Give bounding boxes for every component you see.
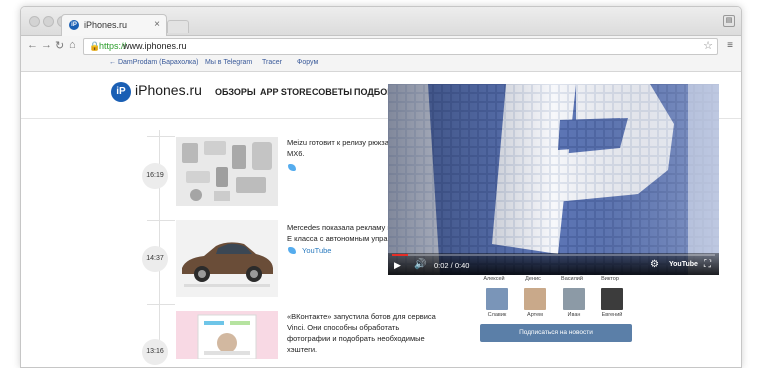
browser-toolbar: ← → ↻ ⌂ 🔒 https:// www.iphones.ru ☆ ≡ [21, 36, 741, 56]
article-time: 14:37 [142, 246, 168, 272]
article-title-line: Mercedes показала рекламу но [287, 223, 396, 232]
video-player[interactable]: ▶ 🔊 0:02 / 0:40 ⚙ YouTube ⛶ [388, 84, 719, 275]
new-tab-button[interactable] [167, 20, 189, 33]
url-host: www.iphones.ru [123, 41, 187, 51]
friend-avatar[interactable] [524, 288, 546, 310]
window-menu-icon[interactable]: ▤ [723, 15, 735, 27]
site-favicon-icon: iP [69, 20, 79, 30]
youtube-logo[interactable]: YouTube [669, 261, 698, 268]
settings-gear-icon[interactable]: ⚙ [650, 259, 659, 270]
article-thumbnail[interactable] [176, 311, 278, 359]
article-time: 16:19 [142, 163, 168, 189]
friend-name: Иван [567, 312, 581, 318]
article-title-line: E класса с автономным управл [287, 234, 396, 243]
article-title-line: MX6. [287, 149, 305, 158]
car-image [176, 220, 278, 297]
gadgets-image [176, 137, 278, 206]
play-icon[interactable]: ▶ [394, 260, 401, 271]
article-title-line: «ВКонтакте» запустила ботов для сервиса [287, 312, 436, 321]
bookmark-star-icon[interactable]: ☆ [703, 39, 713, 54]
twitter-icon[interactable] [288, 247, 296, 254]
vk-bot-image [176, 311, 278, 359]
tab-close-icon[interactable]: × [154, 19, 160, 30]
article-title-line: Meizu готовит к релизу рюкзак [287, 138, 393, 147]
article-title-line: хэштеги. [287, 345, 318, 354]
nav-tips[interactable]: СОВЕТЫ [312, 87, 352, 97]
video-time: 0:02 / 0:40 [434, 261, 470, 270]
friend-avatar[interactable] [563, 288, 585, 310]
friend-name: Виктор [601, 276, 619, 282]
url-protocol: https:// [99, 41, 127, 51]
article-source-link[interactable]: YouTube [302, 246, 331, 255]
tab-title: iPhones.ru [84, 20, 128, 30]
timeline-divider [147, 136, 175, 137]
bookmark-forum[interactable]: Форум [297, 59, 318, 66]
tab-iphones[interactable]: iP iPhones.ru × [61, 14, 167, 36]
article-time: 13:16 [142, 339, 168, 365]
tab-strip: iP iPhones.ru × ▤ [21, 7, 741, 36]
browser-menu-icon[interactable]: ≡ [727, 40, 733, 51]
volume-icon[interactable]: 🔊 [414, 259, 426, 270]
video-progress-fill [392, 254, 409, 256]
article-title-line: фотографии и подобрать необходимые [287, 334, 425, 343]
friend-avatar[interactable] [486, 288, 508, 310]
bookmark-damprodam[interactable]: ← DamProdam (Барахолка) [109, 59, 198, 66]
article-title[interactable]: Mercedes показала рекламу но E класса с … [287, 222, 396, 244]
address-bar[interactable]: 🔒 https:// www.iphones.ru ☆ [83, 38, 718, 55]
timeline-divider [147, 220, 175, 221]
reload-icon[interactable]: ↻ [55, 39, 64, 52]
bookmark-telegram[interactable]: Мы в Telegram [205, 59, 252, 66]
article-title-line: Vinci. Они способны обработать [287, 323, 400, 332]
friend-name: Артем [527, 312, 543, 318]
close-window-button[interactable] [29, 16, 40, 27]
nav-reviews[interactable]: ОБЗОРЫ [215, 87, 256, 97]
site-logo-text[interactable]: iPhones.ru [135, 82, 202, 98]
forward-arrow-icon[interactable]: → [41, 39, 52, 51]
fullscreen-icon[interactable]: ⛶ [704, 259, 711, 270]
friend-name: Алексей [483, 276, 505, 282]
nav-app-store[interactable]: APP STORE [260, 87, 312, 97]
friend-name: Денис [525, 276, 541, 282]
back-arrow-icon[interactable]: ← [27, 39, 38, 51]
site-logo[interactable]: iP [111, 82, 131, 102]
friend-avatar[interactable] [601, 288, 623, 310]
home-icon[interactable]: ⌂ [69, 39, 76, 51]
bookmark-tracer[interactable]: Tracer [262, 59, 282, 66]
article-thumbnail[interactable] [176, 220, 278, 297]
article-thumbnail[interactable] [176, 137, 278, 206]
timeline-divider [147, 304, 175, 305]
video-progress-bar[interactable] [392, 254, 715, 256]
article-title[interactable]: Meizu готовит к релизу рюкзак MX6. [287, 137, 392, 159]
bookmarks-bar: ← DamProdam (Барахолка) Мы в Telegram Tr… [21, 56, 741, 72]
subscribe-button[interactable]: Подписаться на новости [480, 324, 632, 342]
article-title[interactable]: «ВКонтакте» запустила ботов для сервиса … [287, 311, 436, 355]
twitter-icon[interactable] [288, 164, 296, 171]
friend-name: Славик [487, 312, 507, 318]
video-frame [388, 84, 719, 275]
friend-name: Василий [561, 276, 583, 282]
minimize-window-button[interactable] [43, 16, 54, 27]
video-controls: ▶ 🔊 0:02 / 0:40 ⚙ YouTube ⛶ [388, 253, 719, 275]
friend-name: Евгений [601, 312, 623, 318]
